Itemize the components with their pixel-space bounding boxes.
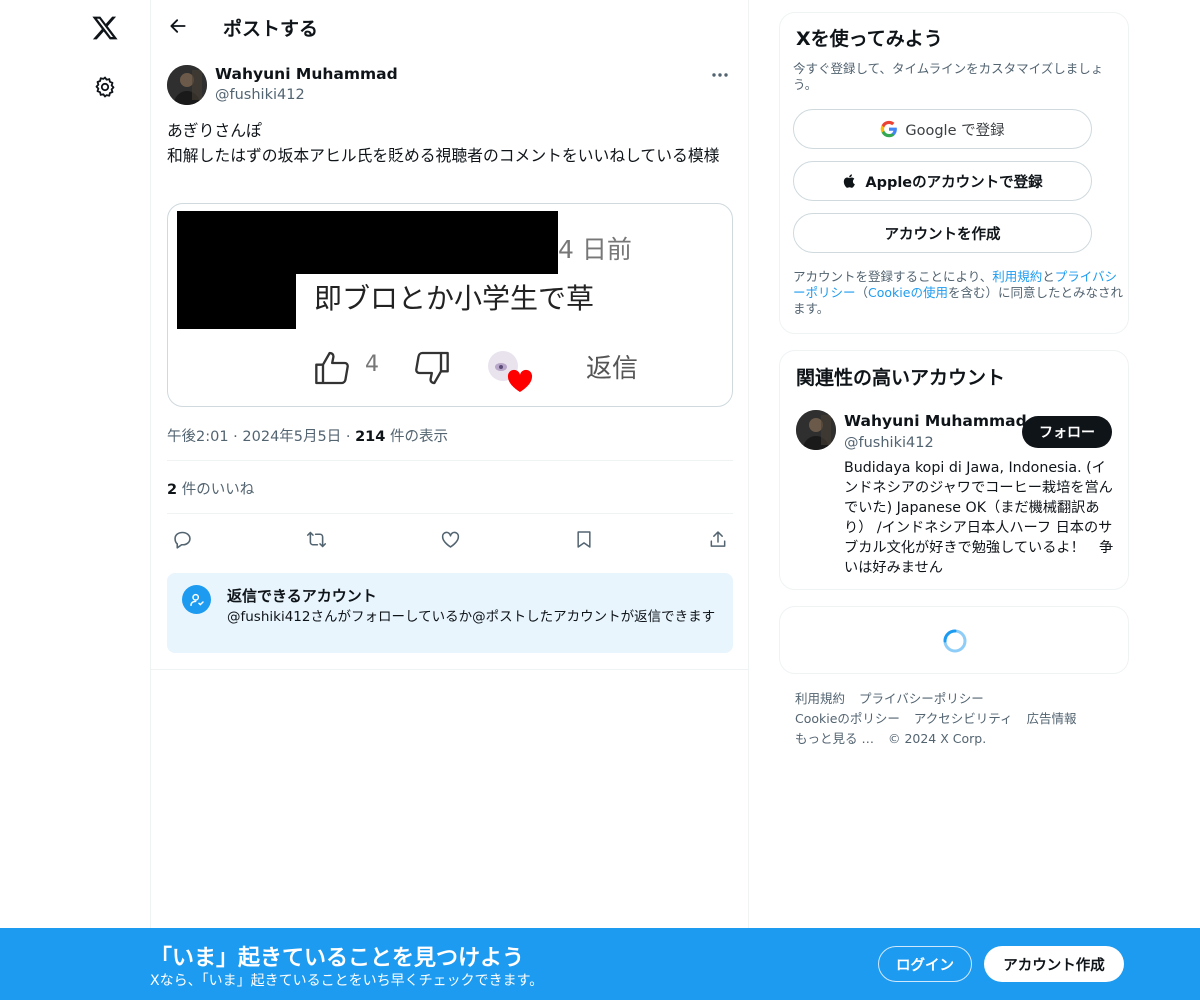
x-logo-icon[interactable] (82, 5, 128, 51)
terms-text: （ (855, 285, 869, 300)
reply-restriction-description: @fushiki412さんがフォローしているか@ポストしたアカウントが返信できま… (227, 609, 716, 625)
google-signup-label: Google で登録 (905, 122, 1005, 139)
create-account-button[interactable]: アカウントを作成 (793, 213, 1092, 253)
divider (167, 460, 733, 461)
footer-link-cookie[interactable]: Cookieのポリシー (795, 711, 900, 726)
terms-text: アカウントを登録することにより、 (793, 269, 993, 284)
comment-text: 即ブロとか小学生で草 (314, 282, 595, 315)
bottom-bar-title: 「いま」起きていることを見つけよう (150, 946, 525, 971)
signup-card: Xを使ってみよう 今すぐ登録して、タイムラインをカスタマイズしましょう。 Goo… (779, 12, 1129, 334)
comment-like-count: 4 (365, 352, 379, 377)
comment-reply-label: 返信 (586, 354, 639, 384)
terms-link[interactable]: 利用規約 (992, 269, 1042, 284)
divider (151, 669, 749, 670)
page-title: ポストする (223, 18, 319, 40)
meta-separator: · (345, 429, 356, 445)
signup-terms: アカウントを登録することにより、利用規約とプライバシーポリシー（Cookieの使… (793, 269, 1123, 317)
follow-button[interactable]: フォロー (1022, 416, 1112, 448)
views-label: 件の表示 (389, 429, 448, 445)
comment-screenshot: 4 日前 即ブロとか小学生で草 4 返信 (168, 204, 732, 406)
signup-card-title: Xを使ってみよう (796, 28, 943, 50)
relevant-accounts-title: 関連性の高いアカウント (796, 367, 1006, 389)
likes-label: 件のいいね (181, 482, 255, 498)
signup-card-subtitle: 今すぐ登録して、タイムラインをカスタマイズしましょう。 (793, 61, 1104, 92)
thumbs-up-icon (312, 348, 354, 392)
reply-restriction-notice: 返信できるアカウント @fushiki412さんがフォローしているか@ポストした… (167, 573, 733, 653)
meta-separator: · (233, 429, 243, 445)
likes-summary[interactable]: 2 件のいいね (167, 478, 254, 499)
author-handle[interactable]: @fushiki412 (215, 87, 305, 103)
header-bar: ポストする (151, 0, 749, 53)
apple-icon (842, 172, 858, 190)
account-handle[interactable]: @fushiki412 (844, 435, 934, 451)
copyright: © 2024 X Corp. (887, 731, 987, 746)
thumbs-down-icon (410, 348, 452, 392)
views-count: 214 (355, 429, 386, 445)
loading-spinner-icon (942, 628, 968, 654)
loading-card (779, 606, 1129, 674)
author-name[interactable]: Wahyuni Muhammad (215, 65, 398, 83)
post-image[interactable]: 4 日前 即ブロとか小学生で草 4 返信 (167, 203, 733, 407)
post-date[interactable]: 2024年5月5日 (242, 429, 341, 445)
login-button[interactable]: ログイン (878, 946, 972, 982)
redaction-block (177, 211, 558, 274)
avatar[interactable] (167, 65, 207, 105)
account-bio: Budidaya kopi di Jawa, Indonesia. (インドネシ… (844, 460, 1114, 576)
post-actions (167, 524, 733, 554)
post-author: Wahyuni Muhammad @fushiki412 (167, 65, 733, 107)
like-icon[interactable] (435, 524, 465, 554)
bookmark-icon[interactable] (569, 524, 599, 554)
apple-signup-button[interactable]: Appleのアカウントで登録 (793, 161, 1092, 201)
google-signup-button[interactable]: Google で登録 (793, 109, 1092, 149)
google-icon (880, 120, 898, 138)
relevant-accounts-card: 関連性の高いアカウント Wahyuni Muhammad @fushiki412… (779, 350, 1129, 590)
account-name[interactable]: Wahyuni Muhammad (844, 412, 1027, 430)
repost-icon[interactable] (301, 524, 331, 554)
cookie-link[interactable]: Cookieの使用 (868, 285, 948, 300)
footer-link-more[interactable]: もっと見る … (795, 731, 874, 746)
arrow-left-icon[interactable] (161, 9, 195, 43)
user-check-icon (182, 585, 211, 614)
main-column: ポストする Wahyuni Muhammad @fushiki412 あぎりさん… (150, 0, 749, 928)
footer-link-terms[interactable]: 利用規約 (795, 691, 845, 706)
create-account-label: アカウントを作成 (884, 226, 1001, 243)
terms-text: と (1042, 269, 1055, 284)
post-time[interactable]: 午後2:01 (167, 429, 229, 445)
share-icon[interactable] (703, 524, 733, 554)
reply-restriction-title: 返信できるアカウント (227, 587, 377, 605)
reply-icon[interactable] (167, 524, 197, 554)
avatar[interactable] (796, 410, 836, 450)
footer-links: 利用規約 プライバシーポリシー Cookieのポリシー アクセシビリティ 広告情… (795, 689, 1125, 749)
more-options-icon[interactable] (707, 65, 733, 85)
post-text: あぎりさんぽ 和解したはずの坂本アヒル氏を貶める視聴者のコメントをいいねしている… (167, 121, 720, 165)
creator-heart-icon (487, 350, 535, 398)
footer-link-ads[interactable]: 広告情報 (1027, 711, 1077, 726)
post-meta: 午後2:01 · 2024年5月5日 · 214 件の表示 (167, 425, 448, 446)
signup-button[interactable]: アカウント作成 (984, 946, 1124, 982)
apple-signup-label: Appleのアカウントで登録 (865, 174, 1043, 191)
divider (167, 513, 733, 514)
footer-link-privacy[interactable]: プライバシーポリシー (859, 691, 984, 706)
bottom-signup-bar: 「いま」起きていることを見つけよう Xなら、「いま」起きていることをいち早くチェ… (0, 928, 1200, 1000)
bottom-bar-subtitle: Xなら、「いま」起きていることをいち早くチェックできます。 (150, 973, 544, 989)
footer-link-accessibility[interactable]: アクセシビリティ (914, 711, 1013, 726)
comment-time: 4 日前 (558, 235, 632, 264)
likes-count: 2 (167, 482, 178, 498)
gear-icon[interactable] (82, 64, 128, 110)
